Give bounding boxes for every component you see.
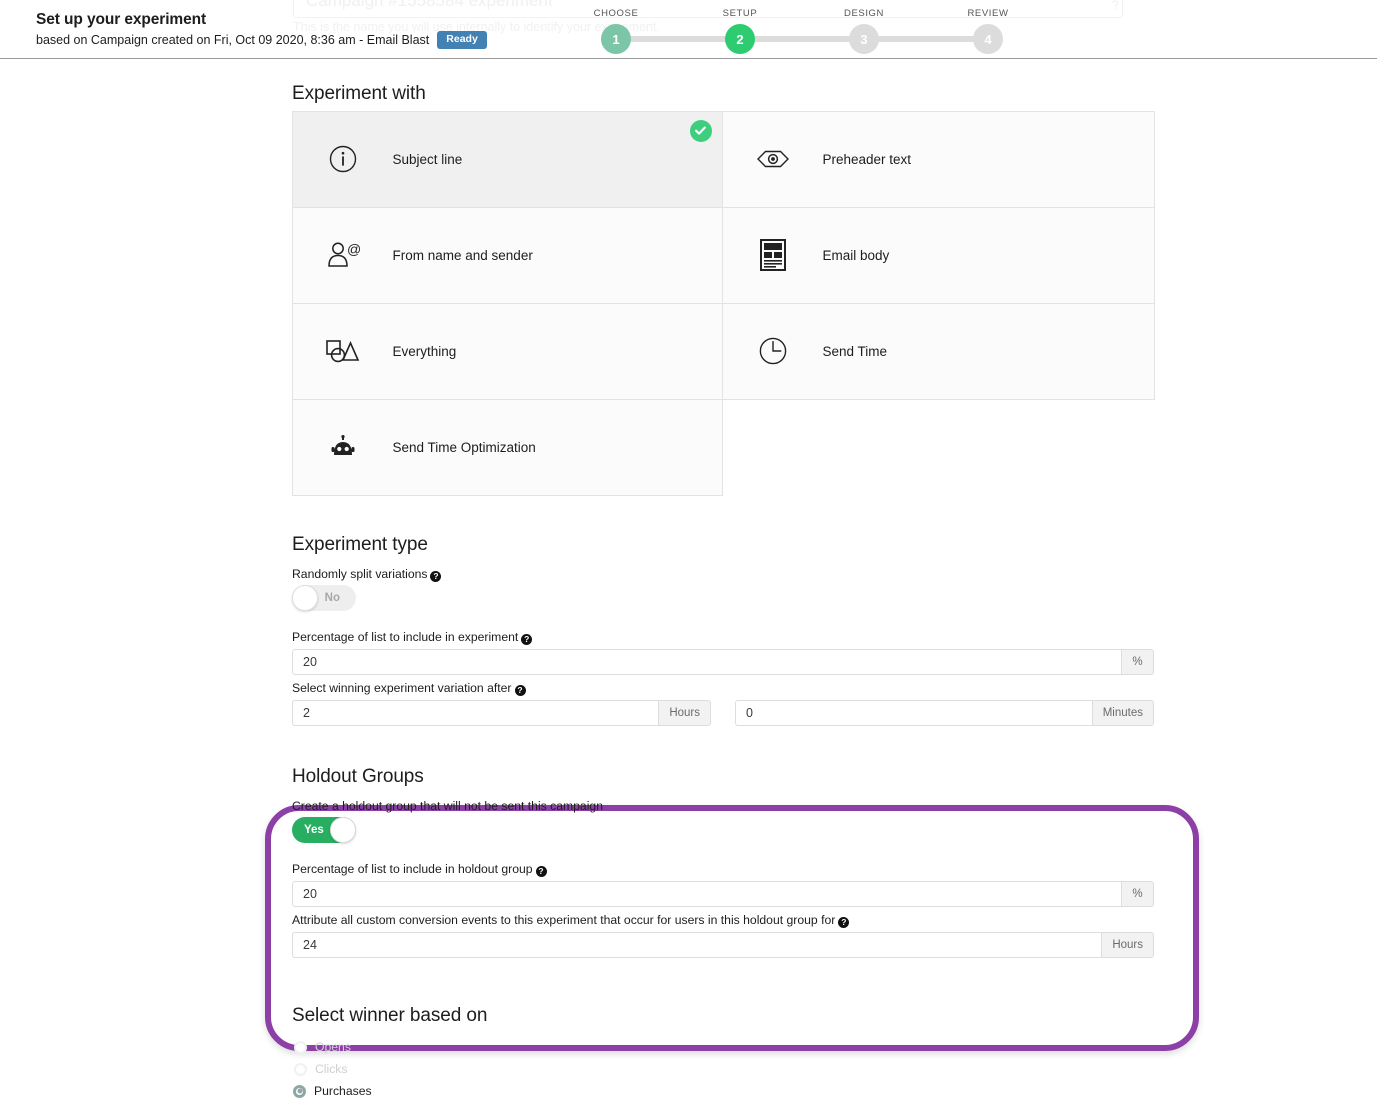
experiment-grid-empty-cell xyxy=(722,399,1155,496)
stepper-label-choose: CHOOSE xyxy=(593,8,639,19)
stepper-step-choose[interactable]: 1 xyxy=(601,24,631,54)
holdout-percentage-suffix: % xyxy=(1122,881,1154,907)
experiment-card-label: Send Time xyxy=(822,343,888,359)
experiment-percentage-input[interactable]: 20 xyxy=(292,649,1122,675)
stepper-connector-2 xyxy=(752,36,852,42)
randomly-split-label: Randomly split variations? xyxy=(292,567,442,582)
experiment-with-grid: Subject line Preheader text @ From name … xyxy=(291,110,1155,496)
page-subtitle-row: based on Campaign created on Fri, Oct 09… xyxy=(36,31,487,49)
experiment-percentage-suffix: % xyxy=(1122,649,1154,675)
holdout-attribution-group: 24 Hours xyxy=(292,932,1154,958)
create-holdout-label: Create a holdout group that will not be … xyxy=(292,799,603,813)
winner-hours-input[interactable]: 2 xyxy=(292,700,660,726)
radio-option-clicks[interactable]: Clicks xyxy=(294,1062,348,1076)
main-content: Experiment with Subject line Preheader t… xyxy=(0,59,1377,1116)
experiment-card-preheader-text[interactable]: Preheader text xyxy=(721,110,1155,208)
create-holdout-toggle[interactable]: Yes xyxy=(292,817,356,843)
winner-minutes-input[interactable]: 0 xyxy=(735,700,1093,726)
clock-icon xyxy=(723,336,823,366)
holdout-attribution-input[interactable]: 24 xyxy=(292,932,1103,958)
experiment-card-email-body[interactable]: Email body xyxy=(721,206,1155,304)
radio-option-opens[interactable]: Opens xyxy=(294,1040,351,1054)
help-icon[interactable]: ? xyxy=(430,571,442,582)
stepper-step-setup[interactable]: 2 xyxy=(725,24,755,54)
experiment-card-label: From name and sender xyxy=(392,247,533,263)
experiment-card-label: Everything xyxy=(392,343,457,359)
help-icon[interactable]: ? xyxy=(514,685,526,696)
page-header: Campaign #1558584 experiment This is the… xyxy=(0,0,1377,59)
toggle-label: No xyxy=(324,592,340,604)
holdout-attribution-label: Attribute all custom conversion events t… xyxy=(292,913,850,928)
wizard-stepper: CHOOSE 1 SETUP 2 DESIGN 3 REVIEW 4 xyxy=(570,6,1020,56)
holdout-percentage-input[interactable]: 20 xyxy=(292,881,1122,907)
experiment-card-subject-line[interactable]: Subject line xyxy=(291,110,723,208)
holdout-groups-heading: Holdout Groups xyxy=(292,766,424,787)
radio-indicator xyxy=(294,1062,307,1076)
ghost-experiment-name: Campaign #1558584 experiment xyxy=(306,0,553,10)
experiment-percentage-group: 20 % xyxy=(292,649,1154,675)
experiment-card-send-time[interactable]: Send Time xyxy=(721,302,1155,400)
experiment-card-send-time-optimization[interactable]: Send Time Optimization xyxy=(291,398,723,496)
select-winner-heading: Select winner based on xyxy=(292,1005,488,1026)
winner-minutes-group: 0 Minutes xyxy=(735,700,1154,726)
radio-indicator xyxy=(293,1084,306,1098)
radio-label: Opens xyxy=(315,1040,351,1054)
stepper-label-setup: SETUP xyxy=(722,8,758,19)
experiment-type-heading: Experiment type xyxy=(292,534,428,555)
shapes-icon xyxy=(293,336,393,366)
experiment-card-from-name-and-sender[interactable]: @ From name and sender xyxy=(291,206,723,304)
winner-hours-group: 2 Hours xyxy=(292,700,711,726)
select-winner-after-label: Select winning experiment variation afte… xyxy=(292,681,526,696)
page-subtitle: based on Campaign created on Fri, Oct 09… xyxy=(36,32,430,47)
check-circle-icon xyxy=(689,119,712,142)
winner-hours-suffix: Hours xyxy=(659,700,711,726)
stepper-label-design: DESIGN xyxy=(843,8,885,19)
robot-icon xyxy=(293,435,393,459)
stepper-connector-1 xyxy=(628,36,728,42)
experiment-card-label: Subject line xyxy=(392,151,463,167)
experiment-card-everything[interactable]: Everything xyxy=(291,302,723,400)
stepper-step-review[interactable]: 4 xyxy=(973,24,1003,54)
person-at-icon: @ xyxy=(293,240,393,270)
stepper-label-review: REVIEW xyxy=(967,8,1009,19)
holdout-percentage-label: Percentage of list to include in holdout… xyxy=(292,862,547,877)
help-icon[interactable]: ? xyxy=(838,917,850,928)
help-icon[interactable]: ? xyxy=(521,634,533,645)
radio-label: Clicks xyxy=(315,1062,348,1076)
radio-option-purchases[interactable]: Purchases xyxy=(293,1084,372,1098)
ghost-help-icon: ? xyxy=(1112,0,1119,12)
radio-label: Purchases xyxy=(314,1084,372,1098)
stepper-step-design[interactable]: 3 xyxy=(849,24,879,54)
holdout-attribution-suffix: Hours xyxy=(1102,932,1154,958)
experiment-with-heading: Experiment with xyxy=(292,83,426,104)
experiment-card-label: Email body xyxy=(822,247,890,263)
info-circle-icon xyxy=(293,144,393,174)
page-title: Set up your experiment xyxy=(36,11,207,28)
experiment-card-label: Preheader text xyxy=(822,151,912,167)
randomly-split-toggle[interactable]: No xyxy=(292,585,356,611)
toggle-label: Yes xyxy=(304,824,324,836)
eye-icon xyxy=(723,147,823,171)
document-layout-icon xyxy=(723,239,823,271)
holdout-percentage-group: 20 % xyxy=(292,881,1154,907)
winner-minutes-suffix: Minutes xyxy=(1092,700,1154,726)
toggle-knob xyxy=(330,817,356,843)
toggle-knob xyxy=(292,585,318,611)
experiment-percentage-label: Percentage of list to include in experim… xyxy=(292,630,533,645)
stepper-connector-3 xyxy=(876,36,976,42)
radio-indicator xyxy=(294,1040,307,1054)
experiment-card-label: Send Time Optimization xyxy=(392,439,536,455)
status-badge: Ready xyxy=(437,31,487,49)
svg-text:@: @ xyxy=(347,241,361,257)
help-icon[interactable]: ? xyxy=(535,866,547,877)
